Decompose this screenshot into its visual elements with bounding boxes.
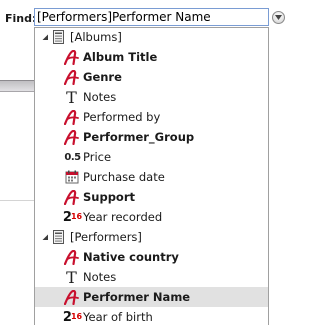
table-name-label: [Albums] (70, 30, 122, 44)
tree-field-row[interactable]: Album Title (35, 47, 268, 67)
field-name-label: Notes (83, 90, 117, 104)
background-divider (0, 200, 38, 201)
field-name-label: Native country (83, 250, 179, 264)
chevron-down-icon (275, 15, 282, 20)
tree-field-row[interactable]: T Notes (35, 267, 268, 287)
integer-icon: 216 (62, 209, 83, 225)
tree-field-row[interactable]: Native country (35, 247, 268, 267)
alpha-icon (64, 189, 79, 205)
tree-field-row[interactable]: 216 Year of birth (35, 307, 268, 325)
find-label: Find: (5, 12, 37, 25)
tree-field-row[interactable]: Performed by (35, 107, 268, 127)
alpha-icon (64, 249, 79, 265)
tree-table-row[interactable]: [Albums] (35, 28, 268, 47)
date-icon (64, 170, 79, 185)
table-name-label: [Performers] (70, 230, 142, 244)
find-input[interactable]: [Performers]Performer Name (34, 8, 269, 26)
text-icon: T (66, 267, 77, 287)
alpha-icon (64, 289, 79, 305)
table-icon (51, 230, 66, 245)
field-name-label: Notes (83, 270, 117, 284)
tree-field-row[interactable]: T Notes (35, 87, 268, 107)
expand-triangle-icon[interactable] (39, 34, 51, 41)
field-name-label: Album Title (83, 50, 158, 64)
field-name-label: Genre (83, 70, 122, 84)
expand-triangle-icon[interactable] (39, 234, 51, 241)
tree-field-row[interactable]: Support (35, 187, 268, 207)
field-name-label: Performer_Group (83, 130, 195, 144)
tree-field-row[interactable]: Purchase date (35, 167, 268, 187)
integer-icon: 216 (62, 309, 83, 325)
table-icon (51, 30, 66, 45)
tree-field-row[interactable]: Genre (35, 67, 268, 87)
alpha-icon (64, 129, 79, 145)
field-name-label: Year recorded (83, 210, 163, 224)
field-name-label: Price (83, 150, 112, 164)
find-dropdown-button[interactable] (272, 11, 285, 24)
field-name-label: Year of birth (83, 310, 153, 324)
tree-field-row[interactable]: 0.5 Price (35, 147, 268, 167)
field-name-label: Performer Name (83, 290, 191, 304)
text-icon: T (66, 87, 77, 107)
alpha-icon (64, 49, 79, 65)
tree-field-row[interactable]: Performer Name (35, 287, 268, 307)
field-name-label: Purchase date (83, 170, 165, 184)
tree-table-row[interactable]: [Performers] (35, 227, 268, 247)
tree-field-row[interactable]: 216 Year recorded (35, 207, 268, 227)
field-name-label: Support (83, 190, 136, 204)
tree-field-row[interactable]: Performer_Group (35, 127, 268, 147)
alpha-icon (64, 69, 79, 85)
field-list-popup: [Albums] Album Title Genre T Notes Performed … (34, 27, 269, 325)
real-icon: 0.5 (64, 151, 81, 163)
alpha-icon (64, 109, 79, 125)
field-name-label: Performed by (83, 110, 161, 124)
